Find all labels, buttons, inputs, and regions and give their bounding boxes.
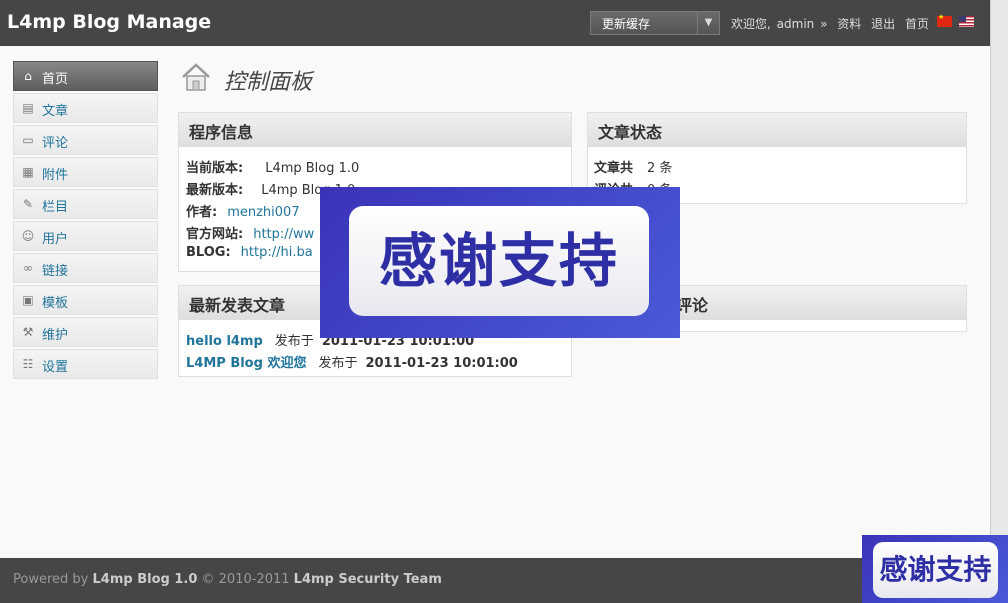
sidebar-item-comments[interactable]: ▭ 评论 — [13, 125, 158, 155]
program-info-title: 程序信息 — [179, 113, 571, 147]
footer-powered: Powered by — [13, 572, 89, 587]
logout-link[interactable]: 退出 — [871, 17, 895, 31]
current-version-label: 当前版本: — [186, 161, 244, 176]
sidebar-item-maintenance[interactable]: ⚒ 维护 — [13, 317, 158, 347]
sidebar-item-label: 设置 — [42, 360, 69, 375]
sidebar-item-templates[interactable]: ▣ 模板 — [13, 285, 158, 315]
article-status-title: 文章状态 — [588, 113, 966, 147]
post-link[interactable]: hello l4mp — [186, 334, 263, 349]
settings-icon: ☷ — [22, 357, 34, 371]
blog-row: BLOG: http://hi.ba — [186, 245, 313, 260]
sidebar-item-label: 评论 — [42, 136, 69, 151]
sidebar-item-links[interactable]: ∞ 链接 — [13, 253, 158, 283]
footer-team: L4mp Security Team — [293, 572, 442, 587]
sidebar-item-settings[interactable]: ☷ 设置 — [13, 349, 158, 379]
sidebar-item-home[interactable]: ⌂ 首页 — [13, 61, 158, 91]
sidebar-item-categories[interactable]: ✎ 栏目 — [13, 189, 158, 219]
footer-text: Powered by L4mp Blog 1.0 © 2010-2011 L4m… — [13, 572, 442, 587]
sidebar-item-label: 维护 — [42, 328, 69, 343]
sidebar-item-users[interactable]: ☺ 用户 — [13, 221, 158, 251]
post-link[interactable]: L4MP Blog 欢迎您 — [186, 356, 306, 371]
latest-version-label: 最新版本: — [186, 183, 244, 198]
attachments-icon: ▦ — [22, 165, 34, 179]
footer: Powered by L4mp Blog 1.0 © 2010-2011 L4m… — [0, 558, 990, 603]
vertical-scrollbar[interactable] — [990, 0, 1008, 603]
sidebar-item-label: 附件 — [42, 168, 69, 183]
posts-count-row: 文章共 2 条 — [594, 157, 672, 176]
sidebar-item-attachments[interactable]: ▦ 附件 — [13, 157, 158, 187]
sidebar-item-label: 用户 — [42, 232, 69, 247]
categories-icon: ✎ — [22, 197, 34, 211]
post-pub-label: 发布于 — [318, 356, 358, 371]
users-icon: ☺ — [21, 229, 35, 243]
username-link[interactable]: admin — [777, 17, 815, 31]
top-bar: L4mp Blog Manage 更新缓存 ▼ 欢迎您, admin » 资料 … — [0, 0, 990, 46]
thanks-overlay-badge[interactable]: 感谢支持 — [320, 187, 680, 338]
dashboard-home-icon — [182, 63, 210, 91]
links-icon: ∞ — [23, 261, 33, 275]
home-link[interactable]: 首页 — [905, 17, 929, 31]
top-nav: 欢迎您, admin » 资料 退出 首页 — [731, 15, 931, 32]
thanks-overlay-text: 感谢支持 — [349, 206, 649, 316]
author-link[interactable]: menzhi007 — [227, 205, 299, 220]
thanks-corner-badge[interactable]: 感谢支持 — [862, 535, 1008, 603]
sidebar-item-label: 首页 — [42, 72, 69, 87]
site-label: 官方网站: — [186, 227, 244, 242]
sidebar-item-label: 栏目 — [42, 200, 69, 215]
china-flag-icon[interactable] — [937, 13, 952, 27]
separator: » — [820, 17, 828, 31]
author-row: 作者: menzhi007 — [186, 201, 300, 220]
home-icon: ⌂ — [24, 69, 32, 83]
cache-select[interactable]: 更新缓存 ▼ — [590, 11, 720, 35]
sidebar-item-label: 模板 — [42, 296, 69, 311]
current-version-value: L4mp Blog 1.0 — [265, 161, 360, 176]
thanks-corner-text: 感谢支持 — [873, 542, 998, 598]
posts-icon: ▤ — [22, 101, 34, 115]
blog-label: BLOG: — [186, 245, 231, 260]
post-pub-label: 发布于 — [274, 334, 314, 349]
profile-link[interactable]: 资料 — [837, 17, 861, 31]
footer-copyright: © 2010-2011 — [201, 572, 290, 587]
posts-count-label: 文章共 — [594, 161, 634, 176]
site-row: 官方网站: http://ww — [186, 223, 314, 242]
list-item: L4MP Blog 欢迎您 发布于 2011-01-23 10:01:00 — [186, 352, 518, 371]
chevron-down-icon[interactable]: ▼ — [697, 12, 719, 34]
posts-count-value: 2 条 — [647, 161, 673, 176]
current-version-row: 当前版本: L4mp Blog 1.0 — [186, 157, 359, 176]
welcome-text: 欢迎您, — [731, 17, 771, 31]
maintenance-icon: ⚒ — [22, 325, 34, 339]
cache-select-label: 更新缓存 — [602, 17, 651, 31]
blog-link[interactable]: http://hi.ba — [241, 245, 313, 260]
sidebar-item-label: 文章 — [42, 104, 69, 119]
site-link[interactable]: http://ww — [253, 227, 314, 242]
us-flag-icon[interactable] — [959, 16, 974, 27]
sidebar-item-label: 链接 — [42, 264, 69, 279]
sidebar-item-posts[interactable]: ▤ 文章 — [13, 93, 158, 123]
footer-product: L4mp Blog 1.0 — [92, 572, 198, 587]
templates-icon: ▣ — [22, 293, 34, 307]
author-label: 作者: — [186, 205, 218, 220]
post-date: 2011-01-23 10:01:00 — [365, 356, 518, 371]
page-title: 控制面板 — [224, 70, 313, 95]
sidebar: ⌂ 首页 ▤ 文章 ▭ 评论 ▦ 附件 ✎ 栏目 ☺ 用户 ∞ 链接 ▣ 模板 … — [13, 61, 158, 381]
brand-title[interactable]: L4mp Blog Manage — [7, 11, 211, 33]
comments-icon: ▭ — [22, 133, 34, 147]
